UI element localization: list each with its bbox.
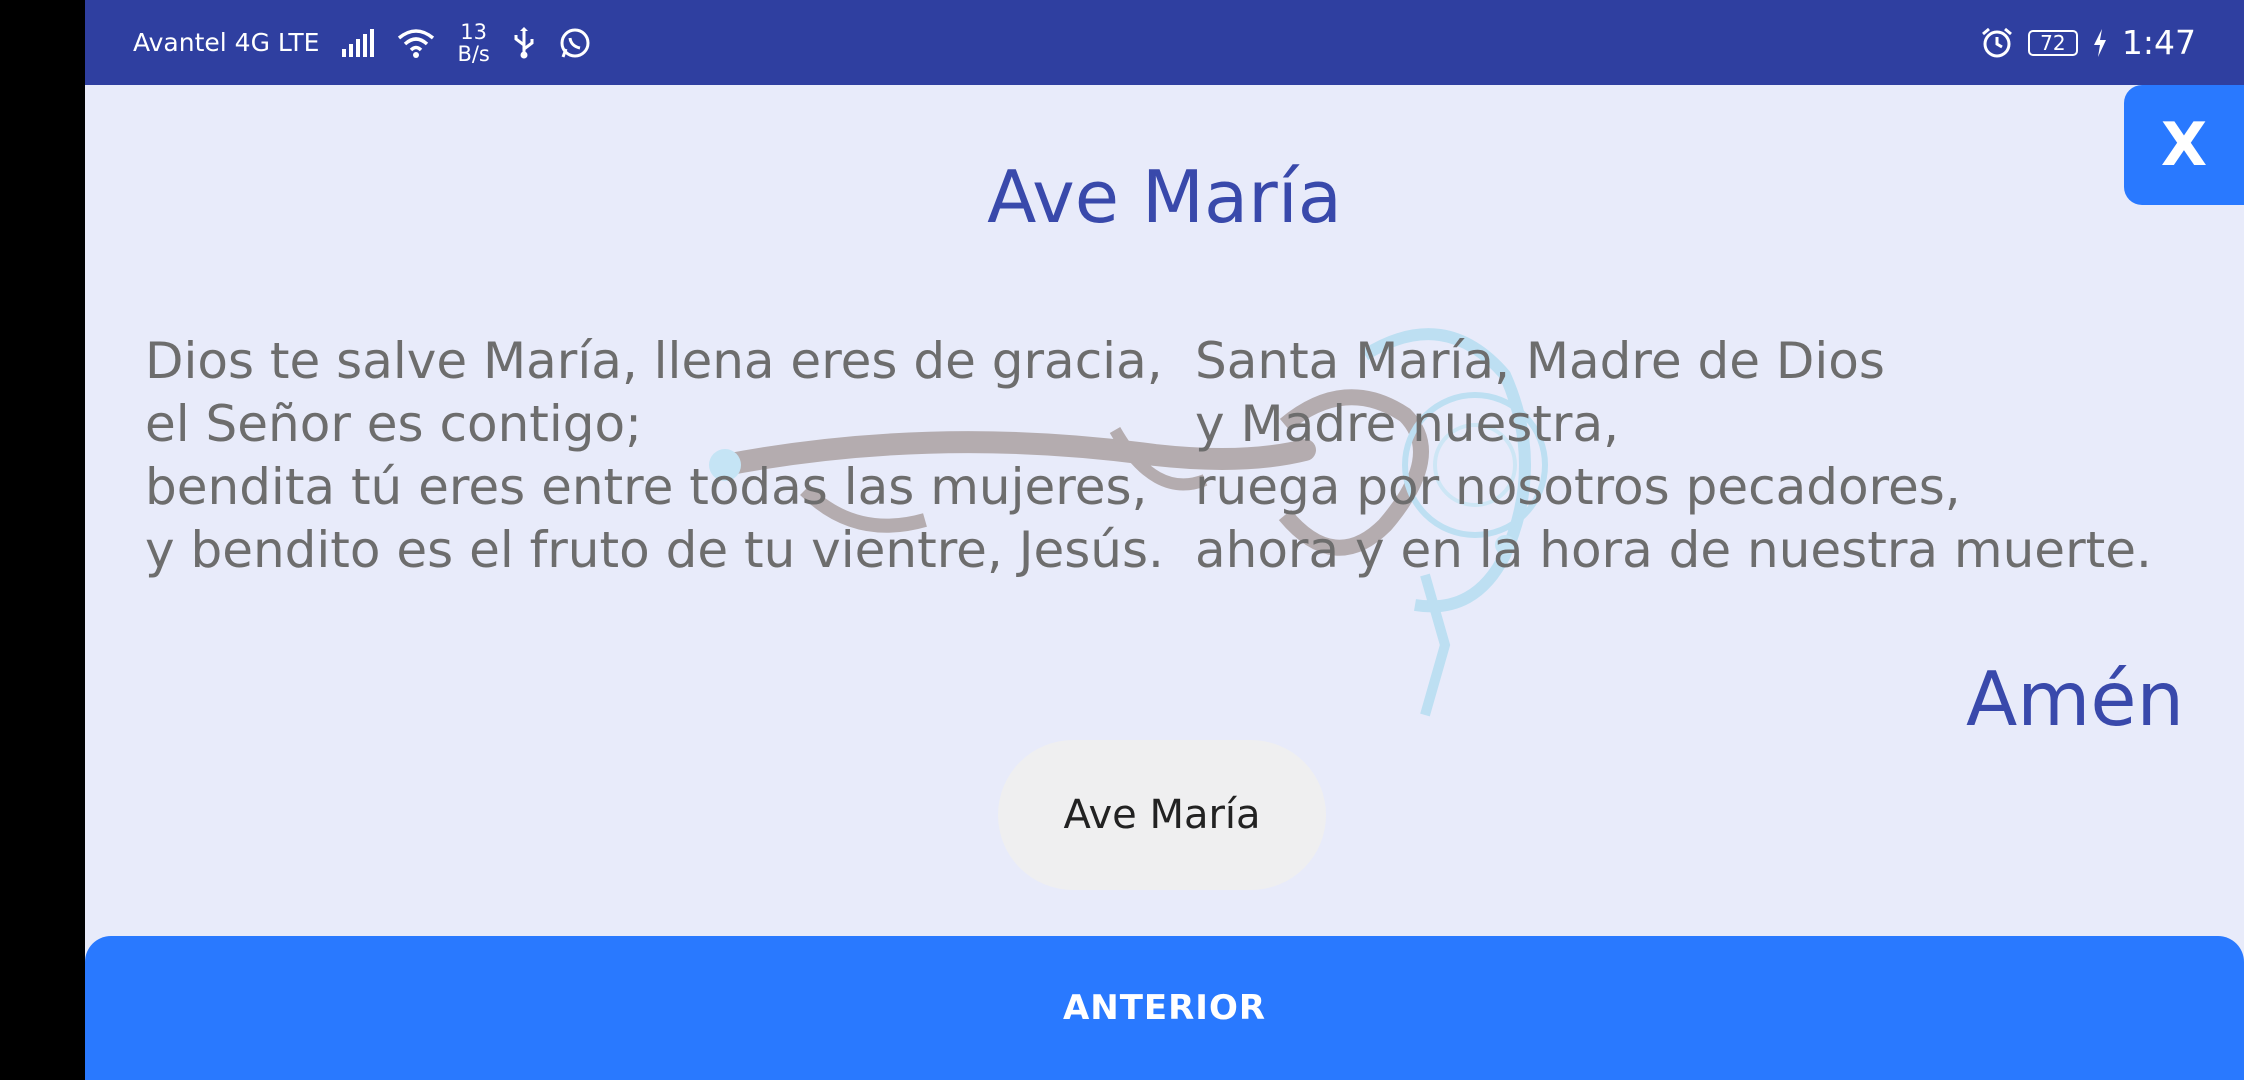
- prayer-text-left: Dios te salve María, llena eres de graci…: [145, 330, 1164, 582]
- whatsapp-icon: [558, 26, 592, 60]
- clock: 1:47: [2121, 23, 2196, 62]
- net-speed: 13 B/s: [457, 21, 489, 65]
- net-speed-unit: B/s: [457, 41, 490, 66]
- page-title: Ave María: [987, 155, 1342, 239]
- usb-icon: [512, 26, 536, 59]
- prayer-line: ruega por nosotros pecadores,: [1195, 458, 1961, 516]
- wifi-icon: [397, 28, 435, 58]
- status-bar: Avantel 4G LTE 13 B/s 72 1:47: [85, 0, 2244, 85]
- charging-icon: [2092, 28, 2108, 57]
- prayer-name-button[interactable]: Ave María: [998, 740, 1326, 890]
- prayer-line: y Madre nuestra,: [1195, 395, 1619, 453]
- carrier-label: Avantel 4G LTE: [133, 28, 320, 57]
- battery-icon: 72: [2027, 29, 2078, 56]
- prayer-line: Santa María, Madre de Dios: [1195, 332, 1885, 390]
- prayer-screen: Ave María X Dios te salve María, llena e…: [85, 85, 2244, 1080]
- alarm-icon: [1980, 26, 2014, 60]
- prayer-line: Dios te salve María, llena eres de graci…: [145, 332, 1163, 390]
- amen-label: Amén: [1965, 655, 2184, 743]
- prayer-text-right: Santa María, Madre de Dios y Madre nuest…: [1195, 330, 2152, 582]
- prayer-line: bendita tú eres entre todas las mujeres,: [145, 458, 1148, 516]
- prayer-line: y bendito es el fruto de tu vientre, Jes…: [145, 521, 1164, 579]
- prayer-line: el Señor es contigo;: [145, 395, 642, 453]
- previous-button[interactable]: ANTERIOR: [85, 936, 2244, 1080]
- prayer-line: ahora y en la hora de nuestra muerte.: [1195, 521, 2152, 579]
- net-speed-value: 13: [460, 19, 488, 44]
- signal-icon: [341, 28, 375, 57]
- left-black-bar: [0, 0, 85, 1080]
- close-button[interactable]: X: [2124, 85, 2244, 205]
